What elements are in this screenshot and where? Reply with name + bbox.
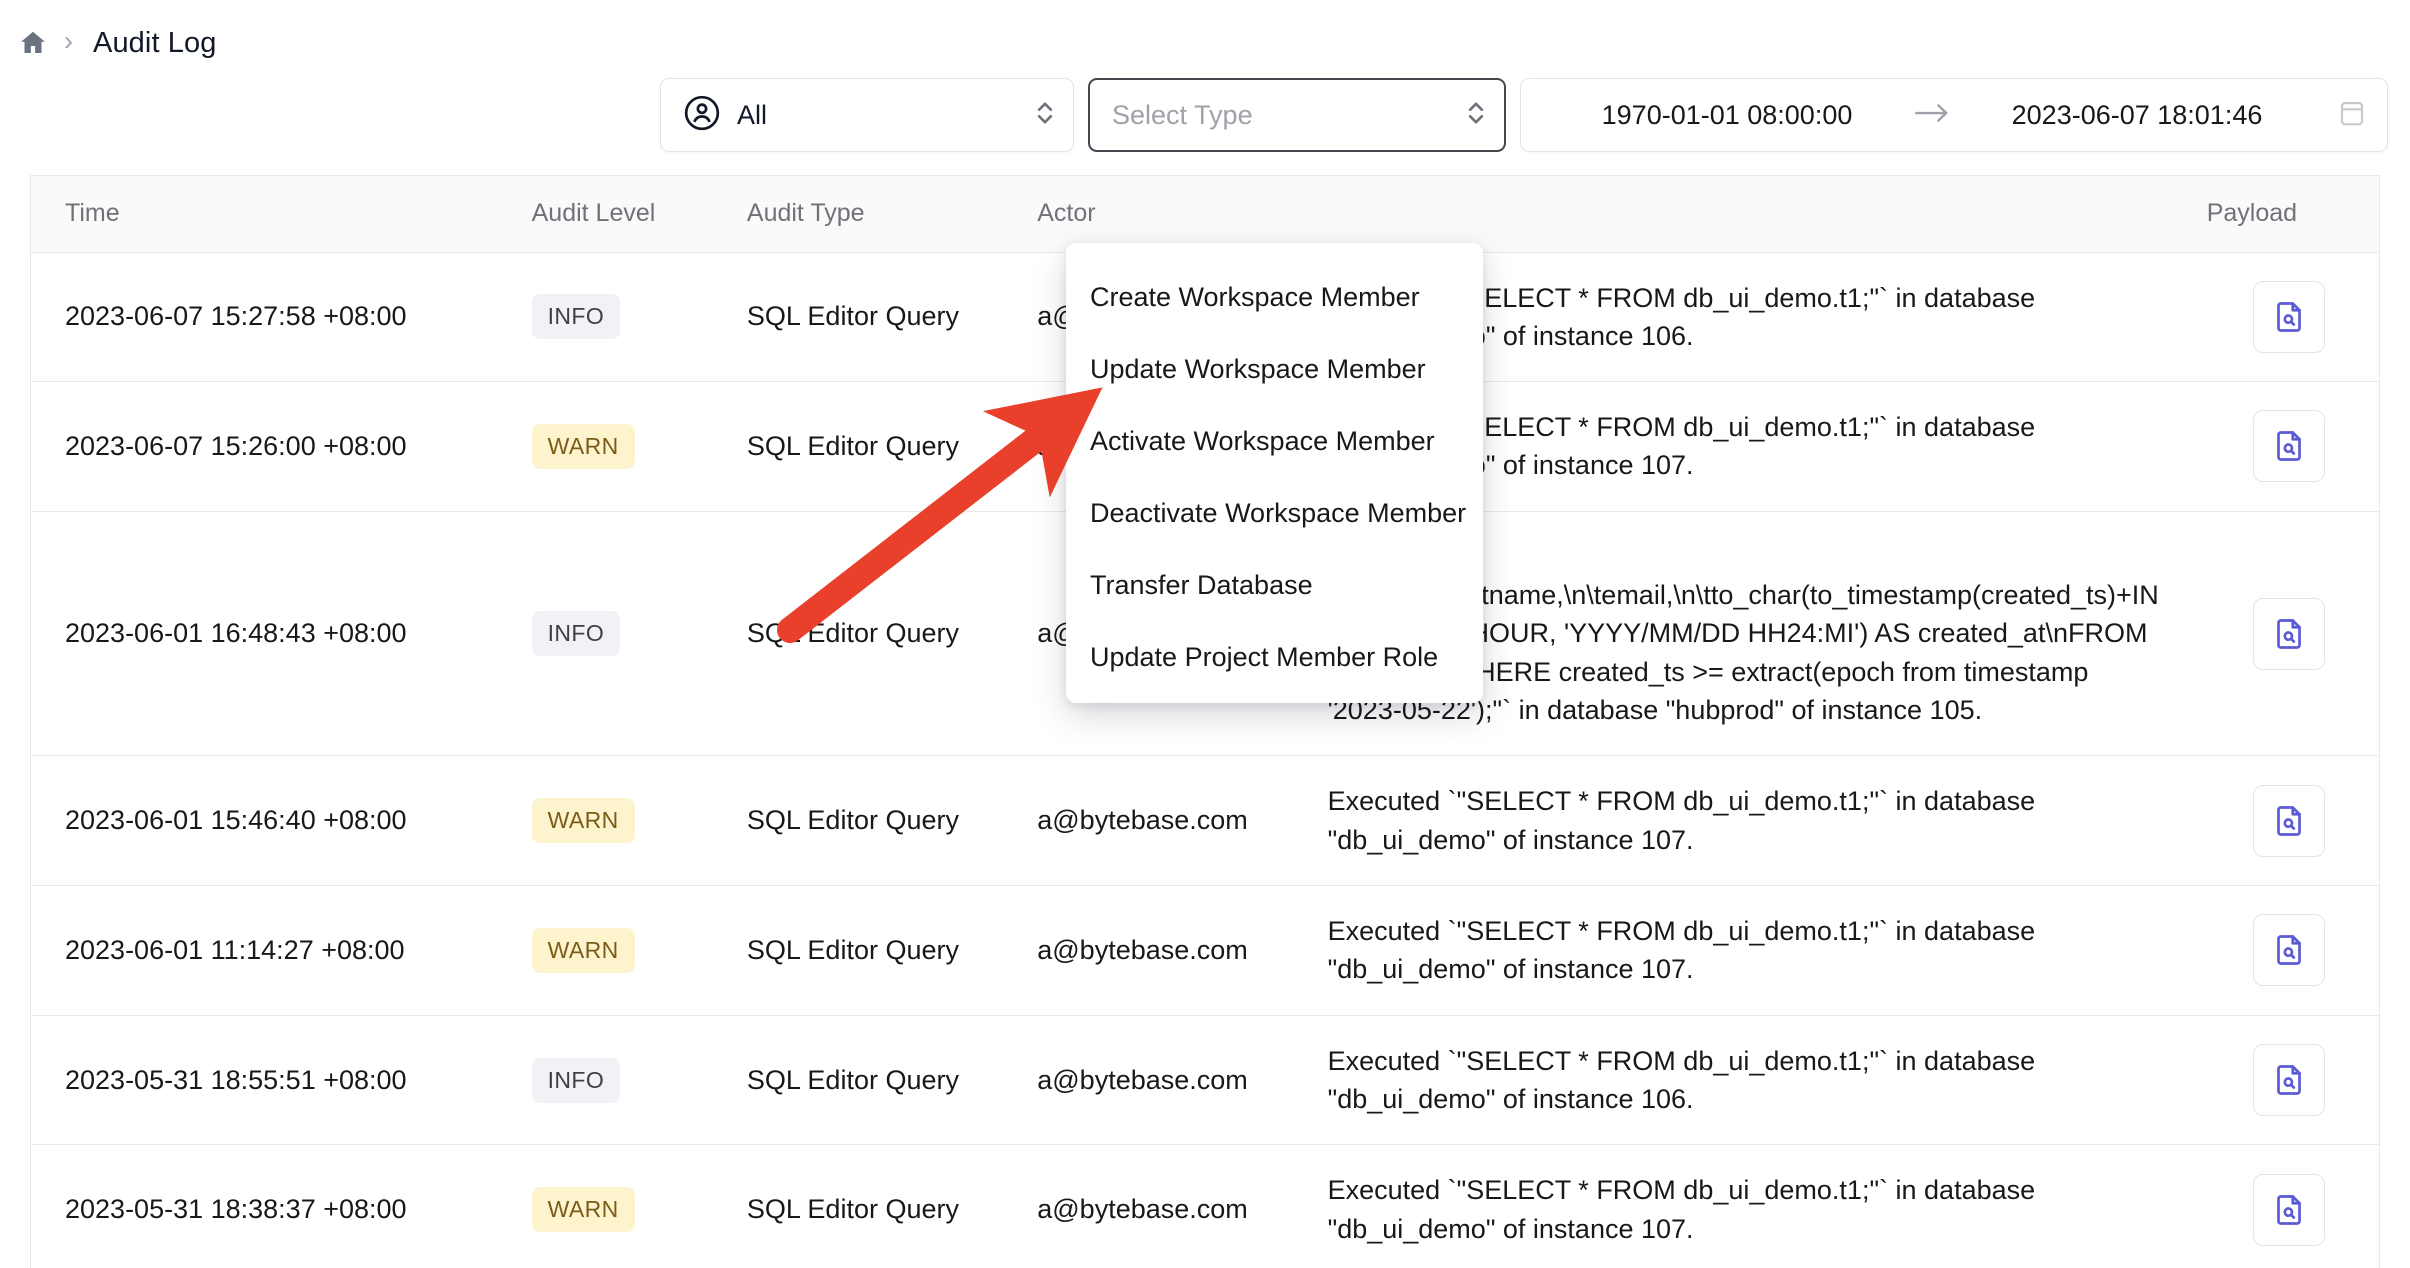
view-payload-button[interactable] — [2253, 785, 2325, 857]
cell-audit-type: SQL Editor Query — [747, 756, 1037, 886]
arrow-right-icon — [1913, 101, 1951, 130]
cell-audit-type: SQL Editor Query — [747, 382, 1037, 512]
cell-time: 2023-06-01 15:46:40 +08:00 — [31, 756, 532, 886]
cell-time: 2023-06-01 16:48:43 +08:00 — [31, 511, 532, 756]
date-range-picker[interactable]: 1970-01-01 08:00:00 2023-06-07 18:01:46 — [1520, 78, 2388, 152]
document-search-icon — [2271, 299, 2307, 335]
type-option-5[interactable]: Update Project Member Role — [1066, 621, 1483, 693]
home-icon[interactable] — [18, 28, 48, 58]
status-badge: WARN — [532, 798, 635, 843]
cell-payload — [2199, 886, 2379, 1016]
column-header-payload: Payload — [2199, 176, 2379, 252]
view-payload-button[interactable] — [2253, 914, 2325, 986]
type-filter-select[interactable]: Select Type — [1088, 78, 1506, 152]
table-row[interactable]: 2023-05-31 18:38:37 +08:00WARN SQL Editor… — [31, 1145, 2379, 1268]
cell-audit-level: WARN — [532, 1145, 747, 1268]
type-option-2[interactable]: Activate Workspace Member — [1066, 405, 1483, 477]
date-range-start[interactable]: 1970-01-01 08:00:00 — [1541, 100, 1913, 131]
cell-audit-level: INFO — [532, 1015, 747, 1145]
status-badge: INFO — [532, 294, 621, 339]
cell-payload — [2199, 756, 2379, 886]
calendar-icon[interactable] — [2323, 98, 2367, 133]
user-filter-select[interactable]: All — [660, 78, 1074, 152]
view-payload-button[interactable] — [2253, 1044, 2325, 1116]
cell-actor: a@bytebase.com — [1037, 886, 1327, 1016]
table-row[interactable]: 2023-06-01 15:46:40 +08:00WARN SQL Editor… — [31, 756, 2379, 886]
page-title: Audit Log — [93, 27, 216, 60]
column-header-payload-text — [1328, 176, 2199, 252]
type-option-4[interactable]: Transfer Database — [1066, 549, 1483, 621]
document-search-icon — [2271, 1192, 2307, 1228]
view-payload-button[interactable] — [2253, 410, 2325, 482]
table-row[interactable]: 2023-05-31 18:55:51 +08:00INFO SQL Editor… — [31, 1015, 2379, 1145]
filter-bar: All Select Type 1970-01-01 08:00:00 — [0, 60, 2410, 170]
breadcrumb: › Audit Log — [0, 0, 2410, 60]
type-option-3[interactable]: Deactivate Workspace Member — [1066, 477, 1483, 549]
cell-payload — [2199, 382, 2379, 512]
cell-payload-text: Executed `"SELECT * FROM db_ui_demo.t1;"… — [1328, 886, 2199, 1016]
cell-time: 2023-05-31 18:55:51 +08:00 — [31, 1015, 532, 1145]
cell-time: 2023-05-31 18:38:37 +08:00 — [31, 1145, 532, 1268]
cell-payload — [2199, 511, 2379, 756]
cell-actor: a@bytebase.com — [1037, 756, 1327, 886]
cell-audit-type: SQL Editor Query — [747, 1145, 1037, 1268]
cell-audit-level: WARN — [532, 886, 747, 1016]
user-circle-icon — [683, 94, 721, 137]
type-filter-dropdown[interactable]: Create Workspace MemberUpdate Workspace … — [1066, 243, 1483, 703]
cell-audit-level: INFO — [532, 511, 747, 756]
cell-audit-type: SQL Editor Query — [747, 252, 1037, 382]
cell-payload-text: Executed `"SELECT * FROM db_ui_demo.t1;"… — [1328, 756, 2199, 886]
cell-time: 2023-06-01 11:14:27 +08:00 — [31, 886, 532, 1016]
status-badge: INFO — [532, 611, 621, 656]
cell-payload — [2199, 1015, 2379, 1145]
column-header-time: Time — [31, 176, 532, 252]
document-search-icon — [2271, 803, 2307, 839]
cell-audit-level: WARN — [532, 756, 747, 886]
document-search-icon — [2271, 428, 2307, 464]
date-range-end[interactable]: 2023-06-07 18:01:46 — [1951, 100, 2323, 131]
cell-actor: a@bytebase.com — [1037, 1145, 1327, 1268]
type-filter-placeholder: Select Type — [1112, 100, 1450, 131]
cell-payload — [2199, 252, 2379, 382]
cell-audit-level: INFO — [532, 252, 747, 382]
cell-audit-level: WARN — [532, 382, 747, 512]
type-option-1[interactable]: Update Workspace Member — [1066, 333, 1483, 405]
chevron-updown-icon — [1035, 96, 1055, 135]
column-header-audit-level: Audit Level — [532, 176, 747, 252]
cell-payload-text: Executed `"SELECT * FROM db_ui_demo.t1;"… — [1328, 1145, 2199, 1268]
breadcrumb-separator: › — [64, 28, 77, 58]
cell-audit-type: SQL Editor Query — [747, 886, 1037, 1016]
status-badge: WARN — [532, 928, 635, 973]
cell-audit-type: SQL Editor Query — [747, 1015, 1037, 1145]
column-header-actor: Actor — [1037, 176, 1327, 252]
cell-payload-text: Executed `"SELECT * FROM db_ui_demo.t1;"… — [1328, 1015, 2199, 1145]
view-payload-button[interactable] — [2253, 281, 2325, 353]
status-badge: WARN — [532, 424, 635, 469]
type-option-0[interactable]: Create Workspace Member — [1066, 261, 1483, 333]
document-search-icon — [2271, 1062, 2307, 1098]
cell-audit-type: SQL Editor Query — [747, 511, 1037, 756]
cell-time: 2023-06-07 15:26:00 +08:00 — [31, 382, 532, 512]
cell-actor: a@bytebase.com — [1037, 1015, 1327, 1145]
table-row[interactable]: 2023-06-01 11:14:27 +08:00WARN SQL Editor… — [31, 886, 2379, 1016]
column-header-audit-type: Audit Type — [747, 176, 1037, 252]
view-payload-button[interactable] — [2253, 598, 2325, 670]
cell-time: 2023-06-07 15:27:58 +08:00 — [31, 252, 532, 382]
chevron-updown-icon — [1466, 96, 1486, 135]
view-payload-button[interactable] — [2253, 1174, 2325, 1246]
document-search-icon — [2271, 932, 2307, 968]
cell-payload — [2199, 1145, 2379, 1268]
status-badge: INFO — [532, 1058, 621, 1103]
status-badge: WARN — [532, 1187, 635, 1232]
audit-log-page: › Audit Log All Select Type — [0, 0, 2410, 1268]
document-search-icon — [2271, 616, 2307, 652]
table-header-row: Time Audit Level Audit Type Actor Payloa… — [31, 176, 2379, 252]
user-filter-value: All — [737, 100, 1019, 131]
